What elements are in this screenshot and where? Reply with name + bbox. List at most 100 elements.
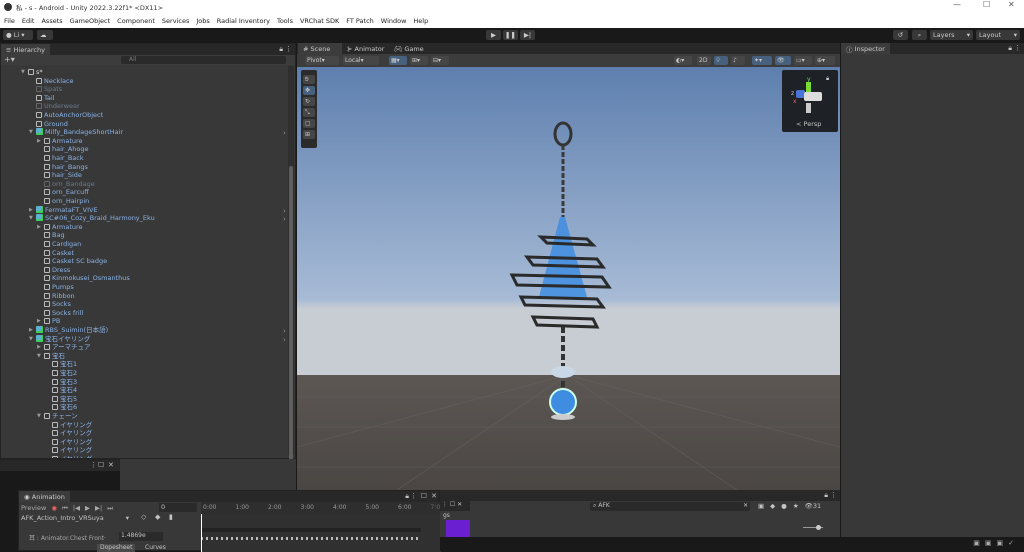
account-dropdown[interactable]: ● Li ▾ [3, 30, 33, 40]
2d-toggle[interactable]: 2D [697, 56, 711, 65]
more-menu-icon[interactable]: ⋮ [90, 461, 97, 469]
maximize-icon[interactable]: ☐ [98, 461, 104, 469]
menu-file[interactable]: File [4, 17, 15, 25]
expand-toggle[interactable]: ▶ [37, 318, 41, 324]
clip-dropdown[interactable]: AFK_Action_Intro_VRSuya ▾ [21, 514, 129, 522]
first-key-button[interactable]: ⏮ [62, 504, 68, 513]
status-icons[interactable]: ▣▣▣✓ [973, 539, 1019, 547]
favorite-icon[interactable]: ★ [793, 502, 799, 510]
thumbnail-size-slider[interactable] [803, 525, 823, 530]
audio-toggle[interactable]: ♪ [731, 56, 745, 65]
next-key-button[interactable]: ▶| [95, 504, 102, 512]
tab-curves[interactable]: Curves [145, 544, 166, 551]
more-menu-icon[interactable]: ⋮ [830, 491, 837, 499]
hierarchy-item[interactable]: イヤリング [52, 455, 92, 458]
transform-tool[interactable]: ⊞ [303, 130, 315, 139]
effects-dropdown[interactable]: ✦▾ [752, 56, 772, 65]
more-menu-icon[interactable]: ⋮ [410, 492, 417, 500]
pause-button[interactable]: ❚❚ [503, 30, 518, 40]
hierarchy-search-input[interactable]: All [121, 56, 286, 64]
grid-snap-button[interactable]: ▦▾ [389, 56, 407, 65]
hidden-count-icon[interactable]: 👁︎31 [805, 502, 822, 510]
ruler-button[interactable]: ⊟▾ [431, 56, 449, 65]
more-menu-icon[interactable]: ⋮ [1014, 44, 1021, 52]
play-button[interactable]: ▶ [486, 30, 501, 40]
close-icon[interactable]: ✕ [431, 492, 437, 500]
maximize-button[interactable]: ☐ [983, 0, 990, 9]
prev-key-button[interactable]: |◀ [73, 504, 80, 512]
expand-toggle[interactable]: ▶ [37, 138, 41, 144]
menu-help[interactable]: Help [413, 17, 428, 25]
lock-icon[interactable]: 🔒︎ [824, 491, 828, 500]
last-key-button[interactable]: ⏭ [107, 504, 113, 513]
move-tool[interactable]: ✥ [303, 86, 315, 95]
close-icon[interactable]: ✕ [108, 461, 114, 469]
expand-toggle[interactable]: ▼ [29, 336, 33, 342]
menu-ft-patch[interactable]: FT Patch [346, 17, 374, 25]
menu-gameobject[interactable]: GameObject [70, 17, 111, 25]
expand-toggle[interactable]: ▼ [21, 69, 25, 75]
step-button[interactable]: ▶| [520, 30, 535, 40]
pivot-dropdown[interactable]: Pivot ▾ [305, 56, 339, 65]
tab-game[interactable]: 🎮︎ Game [389, 43, 429, 54]
undo-history-button[interactable]: ↺ [893, 30, 908, 40]
rotate-tool[interactable]: ↻ [303, 97, 315, 106]
cloud-button[interactable]: ☁ [37, 30, 53, 40]
gizmos-dropdown[interactable]: ⊕▾ [815, 56, 835, 65]
draw-mode-dropdown[interactable]: ◐▾ [674, 56, 692, 65]
expand-toggle[interactable]: ▼ [29, 215, 33, 221]
minimize-button[interactable]: — [953, 0, 961, 9]
add-keyframe-button[interactable]: ◇ [141, 513, 146, 521]
tab-scene[interactable]: # Scene [298, 43, 342, 54]
lock-icon[interactable]: 🔒︎ [405, 492, 409, 501]
preview-toggle[interactable]: Preview [21, 504, 46, 512]
menu-vrchat-sdk[interactable]: VRChat SDK [300, 17, 339, 25]
create-button[interactable]: +▾ [4, 55, 15, 64]
tab-inspector[interactable]: ⓘ Inspector [841, 43, 890, 54]
lock-icon[interactable]: 🔒︎ [1008, 44, 1012, 53]
play-button[interactable]: ▶ [85, 504, 90, 512]
rect-tool[interactable]: ▢ [303, 119, 315, 128]
menu-services[interactable]: Services [162, 17, 189, 25]
expand-toggle[interactable]: ▶ [37, 224, 41, 230]
open-prefab-arrow[interactable]: › [283, 336, 286, 344]
search-button[interactable]: ⌕ [912, 30, 927, 40]
dopesheet-area[interactable] [201, 514, 441, 552]
playhead[interactable] [201, 514, 202, 552]
expand-toggle[interactable]: ▼ [37, 413, 41, 419]
hand-tool[interactable]: ✋︎ [303, 75, 315, 84]
menu-window[interactable]: Window [381, 17, 407, 25]
projection-label[interactable]: < Persp [796, 120, 821, 128]
expand-toggle[interactable]: ▼ [37, 353, 41, 359]
event-marker-button[interactable]: ▮ [169, 513, 173, 521]
maximize-icon[interactable]: ☐ [421, 492, 427, 500]
open-prefab-arrow[interactable]: › [283, 215, 286, 223]
tab-animation[interactable]: ◉ Animation [19, 491, 70, 502]
open-prefab-arrow[interactable]: › [283, 327, 286, 335]
menu-edit[interactable]: Edit [22, 17, 35, 25]
record-button[interactable]: ◉ [51, 504, 57, 512]
asset-thumbnail[interactable] [446, 520, 470, 537]
menu-jobs[interactable]: Jobs [196, 17, 209, 25]
lighting-toggle[interactable]: 💡︎ [714, 56, 728, 65]
frame-input[interactable]: 0 [159, 503, 197, 512]
filter-type-icon[interactable]: ▣ [758, 502, 764, 510]
timeline-ruler[interactable]: 0:00 1:00 2:00 3:00 4:00 5:00 6:00 7:00 [201, 502, 444, 514]
open-prefab-arrow[interactable]: › [283, 207, 286, 215]
add-event-button[interactable]: ◆ [155, 513, 160, 521]
clear-search-icon[interactable]: ✕ [743, 502, 750, 511]
menu-tools[interactable]: Tools [277, 17, 293, 25]
expand-toggle[interactable]: ▼ [29, 129, 33, 135]
more-menu-icon[interactable]: ⋮ [285, 45, 292, 53]
lock-icon[interactable]: 🔒︎ [826, 75, 829, 83]
filter-label-icon[interactable]: ◆ [770, 502, 775, 510]
info-icon[interactable]: ● [781, 502, 787, 510]
scene-viewport[interactable] [297, 67, 840, 490]
scale-tool[interactable]: ⤡ [303, 108, 315, 117]
hierarchy-scrollbar[interactable] [288, 66, 294, 466]
tab-animator[interactable]: ⊱ Animator [342, 43, 389, 54]
hidden-objects-toggle[interactable]: 👁︎ [775, 56, 791, 65]
snap-increment-button[interactable]: ⊞▾ [410, 56, 428, 65]
layout-dropdown[interactable]: Layout ▾ [976, 30, 1020, 40]
menu-radial-inventory[interactable]: Radial Inventory [217, 17, 270, 25]
